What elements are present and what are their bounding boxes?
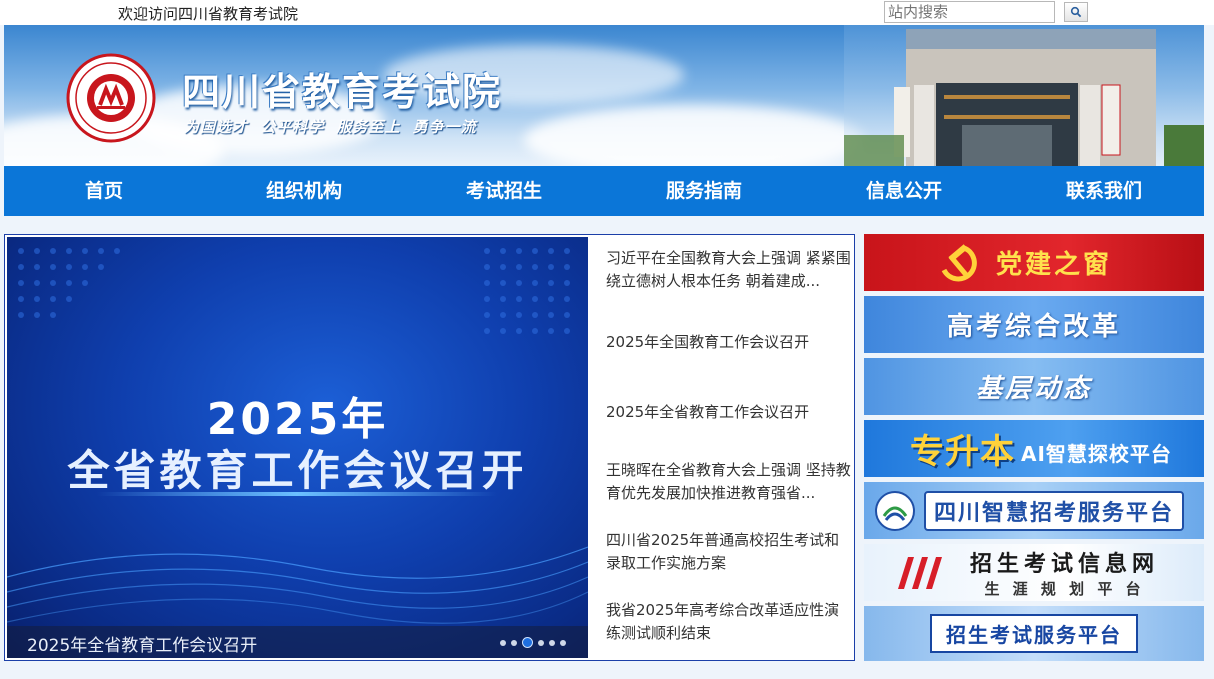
slider-dot[interactable] — [538, 639, 544, 646]
platform-emblem-icon — [875, 490, 915, 531]
slider-dots — [500, 637, 566, 648]
nav-home[interactable]: 首页 — [4, 166, 204, 216]
career-planning-label: 生 涯 规 划 平 台 — [984, 580, 1145, 598]
site-slogan: 为国选才 公平科学 服务至上 勇争一流 — [184, 118, 477, 136]
slider-dot[interactable] — [500, 639, 506, 646]
top-bar: 欢迎访问四川省教育考试院 — [0, 0, 1214, 25]
header-banner: 四川省教育考试院 为国选才 公平科学 服务至上 勇争一流 — [4, 25, 1204, 166]
news-slider[interactable]: 2025年 全省教育工作会议召开 2025年全省教育工作会议召开 — [7, 237, 588, 658]
slide-caption-bar: 2025年全省教育工作会议召开 — [7, 626, 588, 658]
slider-dot[interactable] — [560, 639, 566, 646]
news-item[interactable]: 我省2025年高考综合改革适应性演练测试顺利结束 — [606, 599, 853, 645]
exam-service-platform-banner[interactable]: 招生考试服务平台 — [864, 606, 1204, 661]
exam-service-platform-label: 招生考试服务平台 — [930, 614, 1138, 653]
grassroots-news-label: 基层动态 — [975, 374, 1092, 404]
seal-logo[interactable] — [66, 53, 156, 143]
news-item[interactable]: 2025年全省教育工作会议召开 — [606, 401, 853, 424]
slider-dot[interactable] — [511, 639, 517, 646]
page: 欢迎访问四川省教育考试院 四川省教育考试院 为国选才 公平科学 服务至上 勇争一… — [0, 0, 1214, 679]
upgrade-ai-platform-banner[interactable]: 专升本 AI智慧探校平台 — [864, 420, 1204, 477]
slider-dot-active[interactable] — [522, 637, 533, 648]
nav-info-disclosure[interactable]: 信息公开 — [804, 166, 1004, 216]
upgrade-label: 专升本 — [910, 432, 1015, 472]
nav-contact[interactable]: 联系我们 — [1004, 166, 1204, 216]
news-item[interactable]: 习近平在全国教育大会上强调 紧紧围绕立德树人根本任务 朝着建成... — [606, 247, 853, 293]
smart-exam-platform-label: 四川智慧招考服务平台 — [924, 490, 1185, 531]
cloud-decoration — [524, 105, 864, 166]
ai-platform-label: AI智慧探校平台 — [1021, 442, 1172, 466]
news-item[interactable]: 2025年全国教育工作会议召开 — [606, 331, 853, 354]
exam-info-logo-icon — [898, 556, 942, 589]
search-input[interactable] — [884, 1, 1055, 23]
smart-exam-platform-banner[interactable]: 四川智慧招考服务平台 — [864, 482, 1204, 539]
hammer-sickle-icon — [941, 244, 977, 282]
nav-service-guide[interactable]: 服务指南 — [604, 166, 804, 216]
news-item[interactable]: 王晓晖在全省教育大会上强调 坚持教育优先发展加快推进教育强省... — [606, 459, 853, 505]
exam-info-network-label: 招生考试信息网 — [970, 552, 1160, 577]
news-panel: 2025年 全省教育工作会议召开 2025年全省教育工作会议召开 习近平在全国教… — [4, 234, 855, 661]
news-item[interactable]: 四川省2025年普通高校招生考试和录取工作实施方案 — [606, 529, 853, 575]
exam-info-network-banner[interactable]: 招生考试信息网 生 涯 规 划 平 台 — [864, 544, 1204, 601]
slider-dot[interactable] — [549, 639, 555, 646]
search-button[interactable] — [1064, 2, 1088, 22]
gaokao-reform-label: 高考综合改革 — [946, 312, 1121, 342]
party-building-label: 党建之窗 — [995, 250, 1112, 280]
grassroots-news-banner[interactable]: 基层动态 — [864, 358, 1204, 415]
slide-caption[interactable]: 2025年全省教育工作会议召开 — [27, 631, 257, 656]
magnifier-icon — [1070, 6, 1082, 18]
nav-organization[interactable]: 组织机构 — [204, 166, 404, 216]
slide-headline-title: 全省教育工作会议召开 — [67, 446, 528, 495]
nav-exam-enrollment[interactable]: 考试招生 — [404, 166, 604, 216]
main-nav: 首页 组织机构 考试招生 服务指南 信息公开 联系我们 — [4, 166, 1204, 216]
slide-glow-line — [97, 492, 497, 496]
site-title: 四川省教育考试院 — [182, 70, 503, 114]
exam-info-text-group: 招生考试信息网 生 涯 规 划 平 台 — [970, 546, 1159, 599]
gaokao-reform-banner[interactable]: 高考综合改革 — [864, 296, 1204, 353]
welcome-text: 欢迎访问四川省教育考试院 — [118, 5, 299, 23]
building-photo — [844, 25, 1204, 166]
party-building-banner[interactable]: 党建之窗 — [864, 234, 1204, 291]
